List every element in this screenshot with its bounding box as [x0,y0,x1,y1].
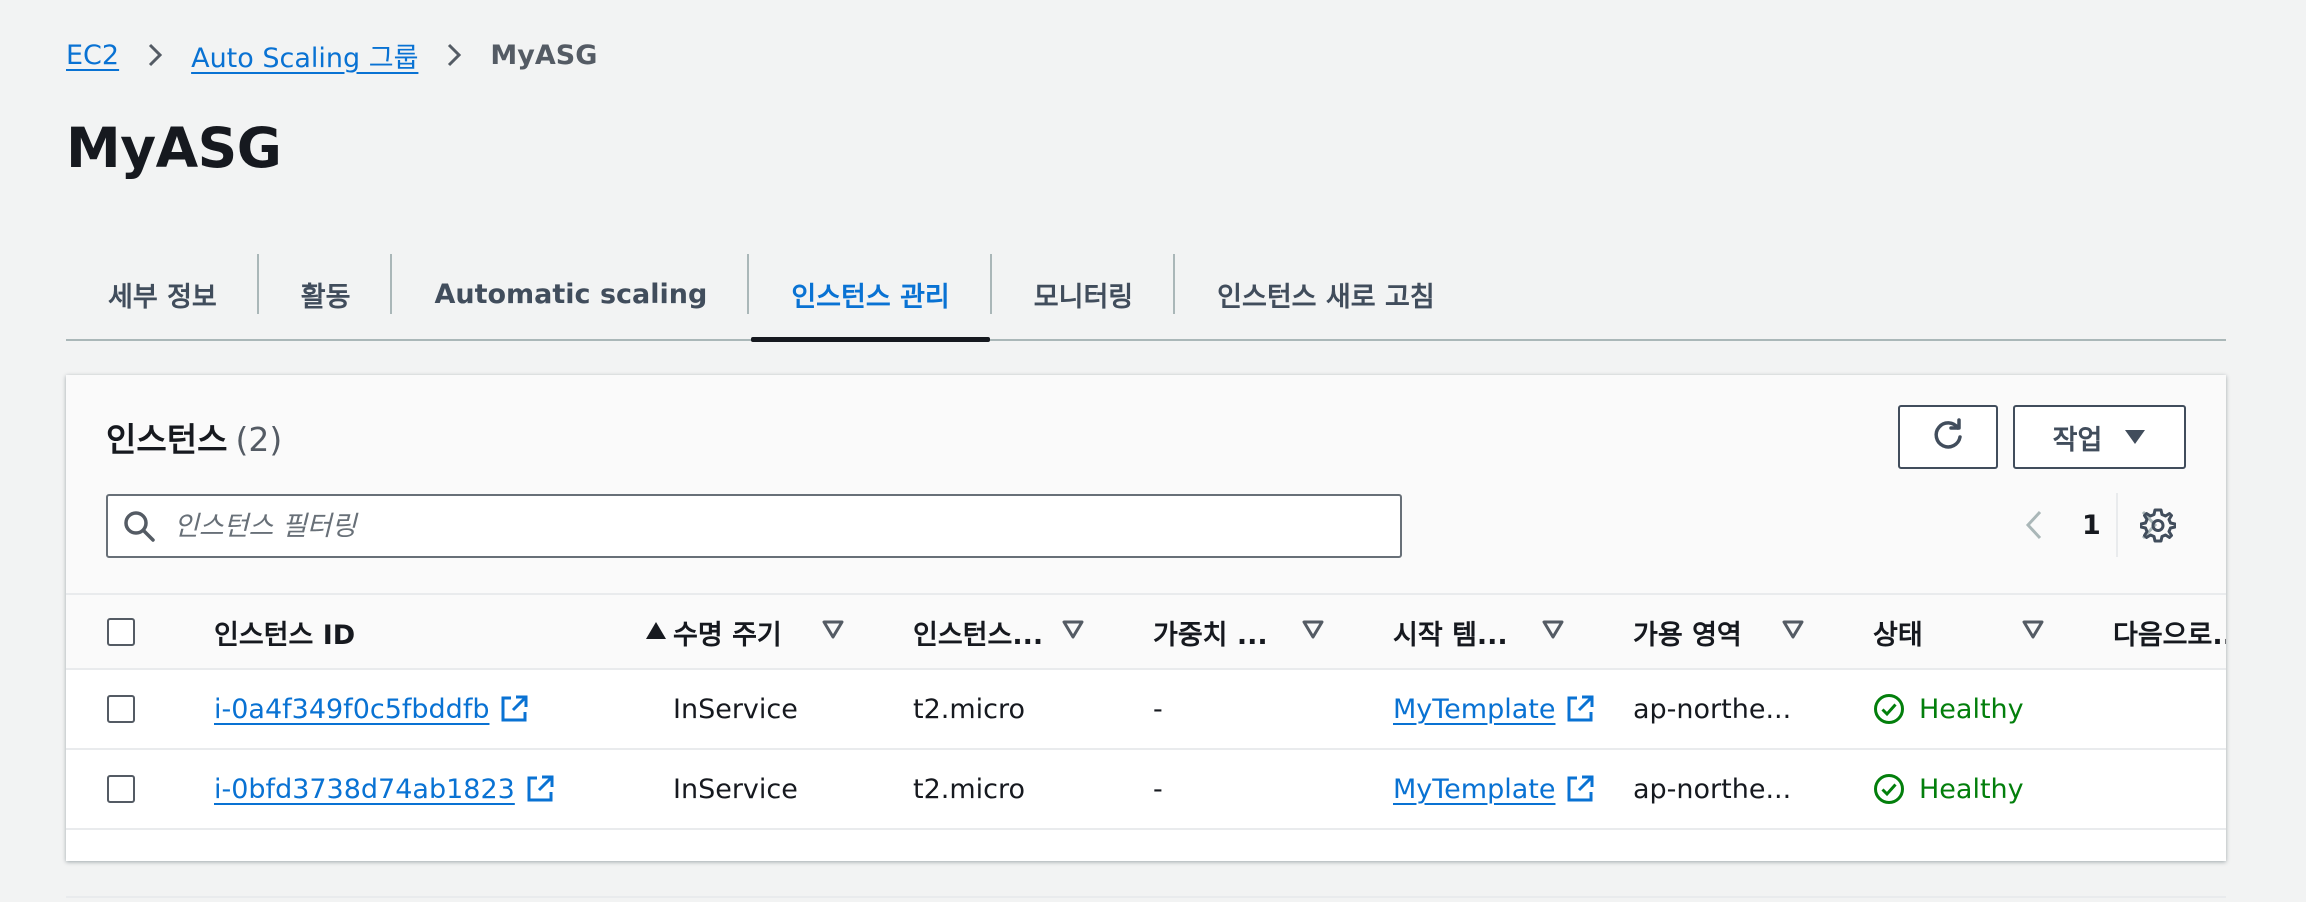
table-row: i-0bfd3738d74ab1823 InService t2.micro -… [66,750,2226,830]
check-circle-icon [1873,773,1905,805]
tab-monitoring[interactable]: 모니터링 [992,250,1176,339]
column-label: 인스턴스 ID [214,620,356,651]
search-input[interactable] [174,510,1374,542]
sort-caret-down-icon [1541,619,1567,645]
status-cell: Healthy [1873,670,2024,748]
launch-template-link[interactable]: MyTemplate [1393,694,1555,725]
breadcrumb-asg-link[interactable]: Auto Scaling 그룹 [191,36,418,75]
previous-page-button[interactable] [2016,507,2052,543]
column-header-availability-zone[interactable]: 가용 영역 [1633,595,1833,670]
column-header-status[interactable]: 상태 [1873,595,2073,670]
status-cell: Healthy [1873,750,2024,828]
column-header-instance-id[interactable]: 인스턴스 ID [214,595,666,670]
search-box [106,494,1402,558]
page: EC2 Auto Scaling 그룹 MyASG MyASG 세부 정보 활동… [0,0,2306,902]
tab-automatic-scaling[interactable]: Automatic scaling [392,250,750,339]
column-label: 인스턴스... [913,620,1044,651]
sort-caret-down-icon [821,619,847,645]
page-title: MyASG [66,116,282,180]
instance-type-cell: t2.micro [913,693,1026,725]
panel-title-text: 인스턴스 [106,420,228,459]
gear-icon[interactable] [2140,507,2176,543]
pager-divider [2116,493,2118,557]
status-text: Healthy [1919,773,2024,805]
select-all-checkbox[interactable] [107,618,135,646]
instance-id-link[interactable]: i-0a4f349f0c5fbddfb [214,694,489,725]
availability-zone-cell: ap-northe... [1633,693,1792,725]
availability-zone-cell: ap-northe... [1633,773,1792,805]
instance-type-cell: t2.micro [913,773,1026,805]
actions-dropdown-button[interactable]: 작업 [2013,405,2186,469]
sort-ascending-icon [644,619,670,645]
instance-id-cell: i-0bfd3738d74ab1823 [214,750,555,828]
column-header-weight[interactable]: 가중치 ... [1153,595,1353,670]
sort-caret-down-icon [2021,619,2047,645]
launch-template-link[interactable]: MyTemplate [1393,774,1555,805]
chevron-right-icon [440,41,468,69]
tab-label: 활동 [300,282,351,313]
chevron-right-icon [141,41,169,69]
instance-count: (2) [235,420,283,459]
lifecycle-cell: InService [673,773,798,805]
column-header-next[interactable]: 다음으로... [2113,595,2226,670]
external-link-icon[interactable] [525,774,555,804]
actions-label: 작업 [2052,424,2103,456]
instances-panel: 인스턴스 (2) 작업 인스턴스 필터링 1 인스턴스 ID 수명 주기 인스턴… [66,375,2226,861]
check-circle-icon [1873,693,1905,725]
status-text: Healthy [1919,693,2024,725]
breadcrumb-ec2-link[interactable]: EC2 [66,40,119,71]
column-label: 가중치 ... [1153,620,1268,651]
column-header-instance-type[interactable]: 인스턴스... [913,595,1113,670]
refresh-icon [1929,418,1967,456]
refresh-button[interactable] [1898,405,1998,469]
launch-template-cell: MyTemplate [1393,750,1595,828]
external-link-icon[interactable] [1565,774,1595,804]
column-label: 가용 영역 [1633,620,1742,651]
table-header: 인스턴스 ID 수명 주기 인스턴스... 가중치 ... 시작 템... 가용… [66,593,2226,670]
breadcrumb-current: MyASG [490,39,598,71]
tab-activity[interactable]: 활동 [259,250,393,339]
weight-cell: - [1153,693,1163,725]
column-label: 수명 주기 [673,620,782,651]
tab-bar: 세부 정보 활동 Automatic scaling 인스턴스 관리 모니터링 … [66,250,2226,342]
panel-header: 인스턴스 (2) 작업 인스턴스 필터링 1 [66,375,2226,593]
external-link-icon[interactable] [499,694,529,724]
column-label: 시작 템... [1393,620,1508,651]
divider [66,896,2226,898]
sort-caret-down-icon [1301,619,1327,645]
table-row: i-0a4f349f0c5fbddfb InService t2.micro -… [66,670,2226,750]
tab-label: 인스턴스 관리 [791,282,950,313]
caret-down-icon [2124,428,2146,446]
tab-label: Automatic scaling [434,279,708,310]
external-link-icon[interactable] [1565,694,1595,724]
tab-instance-management[interactable]: 인스턴스 관리 [749,250,992,342]
panel-title: 인스턴스 (2) [106,413,282,461]
sort-caret-down-icon [1781,619,1807,645]
column-header-launch-template[interactable]: 시작 템... [1393,595,1593,670]
row-checkbox[interactable] [107,695,135,723]
instance-id-cell: i-0a4f349f0c5fbddfb [214,670,529,748]
sort-caret-down-icon [1061,619,1087,645]
page-number[interactable]: 1 [2082,510,2101,541]
lifecycle-cell: InService [673,693,798,725]
launch-template-cell: MyTemplate [1393,670,1595,748]
tab-label: 모니터링 [1033,282,1134,313]
tab-details[interactable]: 세부 정보 [66,250,259,339]
breadcrumb: EC2 Auto Scaling 그룹 MyASG [66,30,597,80]
tab-label: 인스턴스 새로 고침 [1217,282,1435,313]
column-label: 상태 [1873,620,1923,651]
column-header-lifecycle[interactable]: 수명 주기 [673,595,873,670]
column-label: 다음으로... [2113,620,2226,651]
tab-instance-refresh[interactable]: 인스턴스 새로 고침 [1175,250,1477,339]
weight-cell: - [1153,773,1163,805]
row-checkbox[interactable] [107,775,135,803]
search-icon [122,509,156,543]
tab-label: 세부 정보 [108,282,217,313]
instance-id-link[interactable]: i-0bfd3738d74ab1823 [214,774,515,805]
